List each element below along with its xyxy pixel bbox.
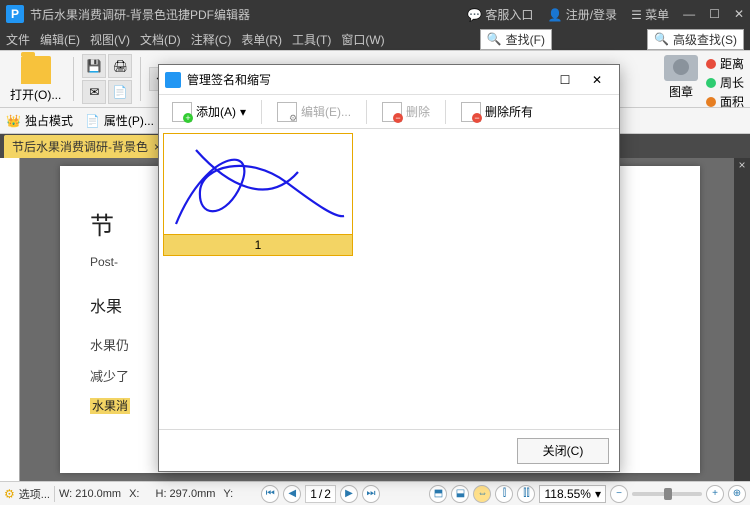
cursor-y: Y: <box>223 488 233 500</box>
vertical-ruler <box>0 158 20 481</box>
maximize-button[interactable]: ☐ <box>709 7 720 21</box>
menu-file[interactable]: 文件 <box>6 31 30 48</box>
dialog-close-button[interactable]: ✕ <box>581 68 613 92</box>
app-logo: P <box>6 5 24 23</box>
menu-document[interactable]: 文档(D) <box>140 31 181 48</box>
view-mode-icon[interactable]: ⫿⫿ <box>517 485 535 503</box>
divider <box>73 57 74 101</box>
page-width: W: 210.0mm <box>59 488 121 500</box>
view-mode-icon[interactable]: ⇔ <box>473 485 491 503</box>
gear-icon[interactable]: ⚙ <box>4 487 15 501</box>
statusbar: ⚙ 选项... W: 210.0mm X: H: 297.0mm Y: ⏮ ◀ … <box>0 481 750 505</box>
measure-tools: 距离 周长 面积 <box>706 55 744 110</box>
divider <box>445 100 446 124</box>
signature-label: 1 <box>164 234 352 255</box>
dialog-icon <box>165 72 181 88</box>
dialog-footer: 关闭(C) <box>159 429 619 471</box>
tab-label: 节后水果消费调研-背景色 <box>12 138 148 155</box>
menubar: 文件 编辑(E) 视图(V) 文档(D) 注释(C) 表单(R) 工具(T) 窗… <box>0 28 750 50</box>
close-dialog-button[interactable]: 关闭(C) <box>517 438 609 464</box>
page-indicator[interactable]: 1 / 2 <box>305 485 336 503</box>
zoom-out-button[interactable]: − <box>610 485 628 503</box>
menu-tools[interactable]: 工具(T) <box>292 31 331 48</box>
doc-delete-all-icon: − <box>461 102 481 122</box>
divider <box>140 57 141 101</box>
main-menu[interactable]: ☰ 菜单 <box>631 6 669 23</box>
view-mode-icon[interactable]: ⬒ <box>429 485 447 503</box>
measure-distance[interactable]: 距离 <box>706 55 744 72</box>
menu-form[interactable]: 表单(R) <box>241 31 282 48</box>
service-link[interactable]: 💬 客服入口 <box>467 6 533 23</box>
menu-edit[interactable]: 编辑(E) <box>40 31 80 48</box>
folder-icon <box>21 56 51 84</box>
chevron-down-icon: ▾ <box>240 105 246 119</box>
dot-icon <box>706 78 716 88</box>
close-button[interactable]: ✕ <box>734 7 744 21</box>
delete-all-button[interactable]: − 删除所有 <box>454 98 540 126</box>
dialog-toolbar: + 添加(A) ▾ ⚙ 编辑(E)... − 删除 − 删除所有 <box>159 95 619 129</box>
next-page-button[interactable]: ▶ <box>340 485 358 503</box>
open-button[interactable]: 打开(O)... <box>6 54 65 105</box>
right-sidebar: × <box>734 158 750 481</box>
first-page-button[interactable]: ⏮ <box>261 485 279 503</box>
prev-page-button[interactable]: ◀ <box>283 485 301 503</box>
tool-scan-icon[interactable]: 📄 <box>108 80 132 104</box>
dialog-maximize-button[interactable]: ☐ <box>549 68 581 92</box>
delete-signature-button[interactable]: − 删除 <box>375 98 437 126</box>
zoom-slider[interactable] <box>632 492 702 496</box>
sidebar-close-icon[interactable]: × <box>734 158 750 180</box>
dialog-titlebar: 管理签名和缩写 ☐ ✕ <box>159 65 619 95</box>
view-mode-icon[interactable]: ⫿ <box>495 485 513 503</box>
exclusive-mode[interactable]: 👑独占模式 <box>6 112 73 129</box>
slider-thumb[interactable] <box>664 488 672 500</box>
last-page-button[interactable]: ⏭ <box>362 485 380 503</box>
cursor-x: X: <box>129 488 139 500</box>
manage-signatures-dialog: 管理签名和缩写 ☐ ✕ + 添加(A) ▾ ⚙ 编辑(E)... − 删除 − … <box>158 64 620 472</box>
divider <box>366 100 367 124</box>
measure-area[interactable]: 面积 <box>706 93 744 110</box>
tool-save-icon[interactable]: 💾 <box>82 54 106 78</box>
menu-comment[interactable]: 注释(C) <box>191 31 232 48</box>
chevron-down-icon: ▾ <box>595 487 601 501</box>
stamp-icon <box>664 55 698 81</box>
crown-icon: 👑 <box>6 114 21 128</box>
properties-button[interactable]: 📄属性(P)... <box>85 112 154 129</box>
zoom-in-button[interactable]: + <box>706 485 724 503</box>
page-icon: 📄 <box>85 114 100 128</box>
measure-perimeter[interactable]: 周长 <box>706 74 744 91</box>
dot-icon <box>706 59 716 69</box>
page-height: H: 297.0mm <box>156 488 216 500</box>
dialog-title: 管理签名和缩写 <box>187 71 549 88</box>
divider <box>54 486 55 502</box>
view-mode-icon[interactable]: ⬓ <box>451 485 469 503</box>
login-link[interactable]: 👤 注册/登录 <box>547 6 617 23</box>
edit-signature-button[interactable]: ⚙ 编辑(E)... <box>270 98 358 126</box>
tool-mail-icon[interactable]: ✉ <box>82 80 106 104</box>
doc-plus-icon: + <box>172 102 192 122</box>
dialog-body: 1 <box>159 129 619 429</box>
options-button[interactable]: 选项... <box>19 486 50 502</box>
menu-view[interactable]: 视图(V) <box>90 31 130 48</box>
advanced-find-box[interactable]: 🔍 高级查找(S) <box>647 29 744 50</box>
titlebar: P 节后水果消费调研-背景色迅捷PDF编辑器 💬 客服入口 👤 注册/登录 ☰ … <box>0 0 750 28</box>
doc-delete-icon: − <box>382 102 402 122</box>
divider <box>261 100 262 124</box>
stamp-button[interactable]: 图章 <box>664 55 698 100</box>
zoom-fit-button[interactable]: ⊕ <box>728 485 746 503</box>
add-signature-button[interactable]: + 添加(A) ▾ <box>165 98 253 126</box>
zoom-combo[interactable]: 118.55% ▾ <box>539 485 606 503</box>
tool-grid-1: 💾 🖨 ✉ 📄 <box>82 54 132 104</box>
signature-thumbnail[interactable]: 1 <box>163 133 353 256</box>
signature-drawing <box>168 136 348 232</box>
doc-gear-icon: ⚙ <box>277 102 297 122</box>
window-title: 节后水果消费调研-背景色迅捷PDF编辑器 <box>30 6 467 23</box>
minimize-button[interactable]: — <box>683 7 695 21</box>
document-tab[interactable]: 节后水果消费调研-背景色 × <box>4 135 169 158</box>
tool-print-icon[interactable]: 🖨 <box>108 54 132 78</box>
find-box[interactable]: 🔍 查找(F) <box>480 29 552 50</box>
menu-window[interactable]: 窗口(W) <box>341 31 384 48</box>
signature-preview <box>164 134 352 234</box>
dot-icon <box>706 97 716 107</box>
